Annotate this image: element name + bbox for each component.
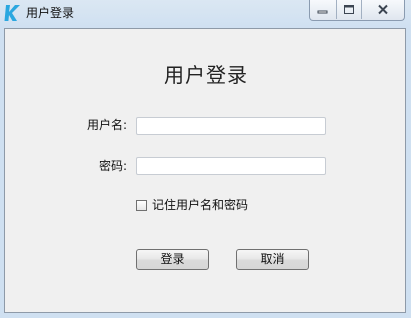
username-label: 用户名:: [86, 118, 127, 132]
password-label: 密码:: [98, 159, 127, 173]
window-controls: [309, 0, 405, 21]
close-button[interactable]: [361, 0, 404, 19]
remember-me-row[interactable]: 记住用户名和密码: [136, 198, 248, 212]
remember-me-checkbox[interactable]: [136, 199, 147, 211]
cancel-button[interactable]: 取消: [236, 249, 309, 270]
login-heading: 用户登录: [164, 63, 248, 87]
password-input[interactable]: [136, 157, 326, 175]
window-title: 用户登录: [26, 6, 75, 20]
minimize-icon: [317, 10, 328, 13]
maximize-button[interactable]: [336, 0, 361, 19]
login-window: 用户登录 用户登录 用户名: 密码: 记住用户名和密码 登录 取消: [0, 0, 411, 318]
title-bar[interactable]: 用户登录: [0, 0, 411, 28]
remember-me-label[interactable]: 记住用户名和密码: [152, 198, 248, 212]
close-icon: [378, 4, 388, 15]
maximize-icon: [344, 5, 354, 14]
k-logo-icon: [4, 5, 20, 21]
dialog-body: 用户登录 用户名: 密码: 记住用户名和密码 登录 取消: [4, 28, 406, 313]
username-input[interactable]: [136, 117, 326, 135]
minimize-button[interactable]: [310, 0, 336, 19]
login-button[interactable]: 登录: [136, 249, 209, 270]
